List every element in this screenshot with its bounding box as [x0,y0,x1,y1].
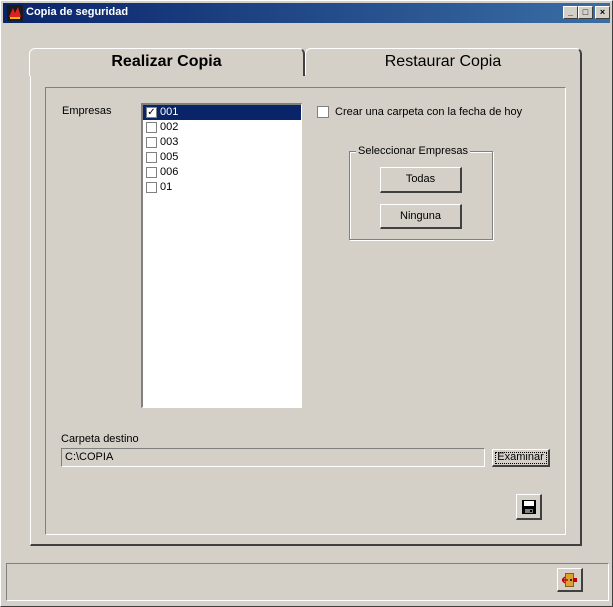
list-item-label: 006 [160,166,179,178]
checkbox-icon[interactable] [146,182,157,193]
checkbox-icon[interactable] [146,167,157,178]
window-title: Copia de seguridad [26,6,129,18]
maximize-button[interactable]: □ [578,6,593,19]
title-bar[interactable]: Copia de seguridad _ □ × [3,3,610,23]
carpeta-destino-field[interactable]: C:\COPIA [61,448,485,467]
list-item[interactable]: 003 [143,135,301,150]
exit-door-icon [562,573,577,587]
checkbox-icon[interactable] [146,137,157,148]
tab-realizar-copia[interactable]: Realizar Copia [29,48,305,76]
list-item-label: 003 [160,136,179,148]
group-legend: Seleccionar Empresas [356,145,471,157]
list-item[interactable]: 006 [143,165,301,180]
list-item-label: 002 [160,121,179,133]
carpeta-destino-label: Carpeta destino [61,433,139,445]
empresas-label: Empresas [62,105,112,117]
tab-restaurar-copia[interactable]: Restaurar Copia [305,48,582,75]
checkbox-icon[interactable] [146,122,157,133]
backup-window: Copia de seguridad _ □ × Realizar Copia … [0,0,613,607]
examinar-button[interactable]: Examinar [492,449,550,467]
empresas-listbox[interactable]: ✓ 001 002 003 005 006 01 [141,103,302,408]
crear-carpeta-checkbox[interactable] [317,106,329,118]
list-item[interactable]: 002 [143,120,301,135]
list-item[interactable]: ✓ 001 [143,105,301,120]
close-button[interactable]: × [595,6,610,19]
todas-button[interactable]: Todas [380,167,462,193]
list-item-label: 005 [160,151,179,163]
app-logo-icon [7,5,23,21]
save-button[interactable] [516,494,542,520]
checkbox-icon[interactable]: ✓ [146,107,157,118]
list-item-label: 001 [160,106,179,118]
list-item-label: 01 [160,181,173,193]
ninguna-button[interactable]: Ninguna [380,204,462,229]
minimize-button[interactable]: _ [563,6,578,19]
status-bar [6,563,609,601]
list-item[interactable]: 01 [143,180,301,195]
floppy-disk-icon [522,500,536,514]
checkbox-icon[interactable] [146,152,157,163]
exit-button[interactable] [557,568,583,592]
crear-carpeta-label: Crear una carpeta con la fecha de hoy [335,106,523,118]
list-item[interactable]: 005 [143,150,301,165]
